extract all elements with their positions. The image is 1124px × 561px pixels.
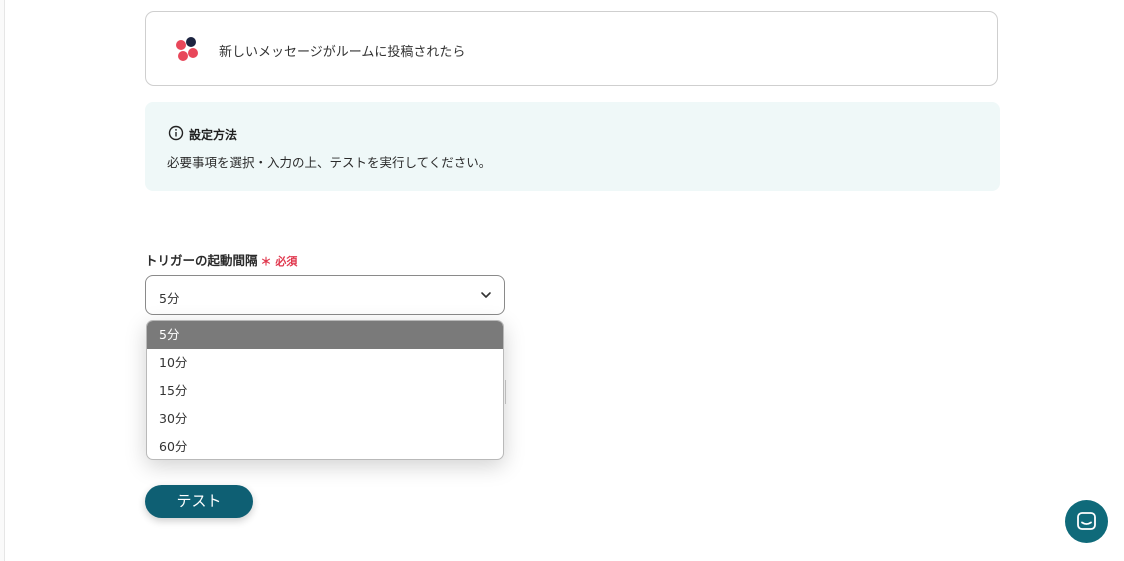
chatwork-logo-icon: [176, 37, 198, 61]
interval-option-5[interactable]: 5分: [147, 321, 503, 349]
test-button[interactable]: テスト: [145, 485, 253, 518]
interval-option-60[interactable]: 60分: [147, 433, 503, 459]
interval-dropdown-list: 5分 10分 15分 30分 60分: [146, 320, 504, 460]
setup-info-box: 設定方法 必要事項を選択・入力の上、テストを実行してください。: [145, 102, 1000, 191]
trigger-card[interactable]: 新しいメッセージがルームに投稿されたら: [145, 11, 998, 86]
interval-option-30[interactable]: 30分: [147, 405, 503, 433]
chat-bubble-icon: [1077, 512, 1096, 530]
trigger-title: 新しいメッセージがルームに投稿されたら: [219, 45, 466, 60]
interval-option-10[interactable]: 10分: [147, 349, 503, 377]
info-circle-icon: [168, 125, 184, 141]
interval-label-text: トリガーの起動間隔: [145, 253, 258, 268]
chevron-down-icon: [481, 292, 491, 298]
left-rail: [0, 0, 5, 561]
info-title: 設定方法: [189, 128, 238, 142]
info-description: 必要事項を選択・入力の上、テストを実行してください。: [167, 155, 492, 170]
interval-select-value: 5分: [159, 291, 180, 306]
required-badge: ＊ 必須: [260, 255, 298, 268]
interval-field-label: トリガーの起動間隔＊ 必須: [145, 250, 297, 269]
interval-option-15[interactable]: 15分: [147, 377, 503, 405]
interval-select[interactable]: 5分: [145, 275, 505, 315]
chat-widget-button[interactable]: [1065, 500, 1108, 543]
